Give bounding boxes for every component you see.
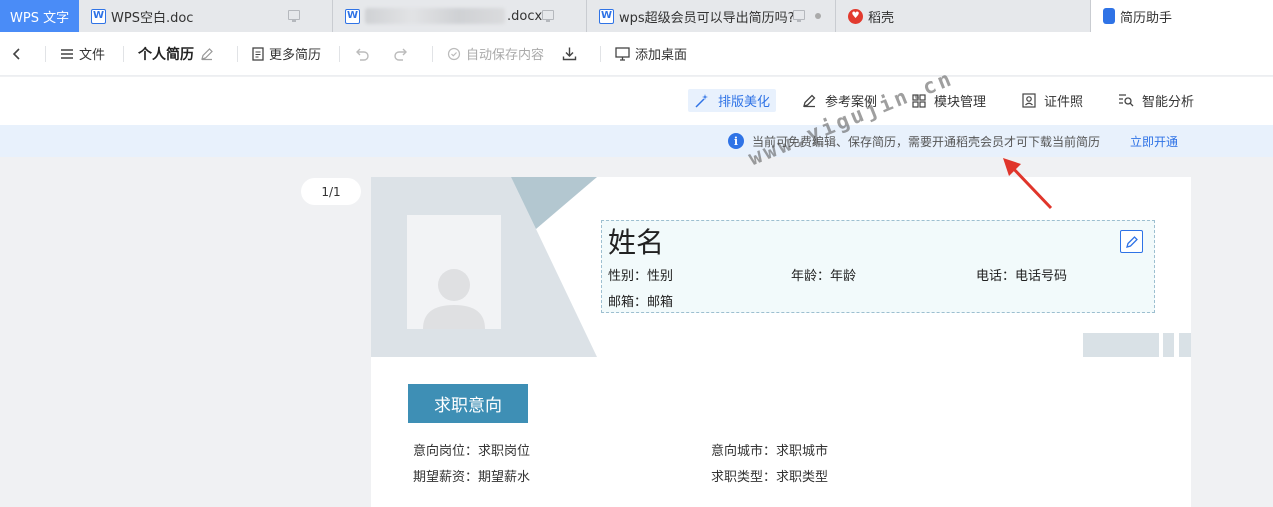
tab-label: 稻壳 bbox=[868, 10, 895, 26]
gender-field: 性别：性别 bbox=[608, 269, 674, 284]
tab-docx[interactable]: W .docx bbox=[333, 0, 587, 32]
download-icon bbox=[562, 47, 577, 61]
monitor-icon bbox=[615, 46, 630, 61]
profile-photo-placeholder[interactable] bbox=[407, 215, 501, 329]
app-tab[interactable]: WPS 文字 bbox=[0, 0, 79, 32]
red-arrow-annotation bbox=[1003, 158, 1053, 210]
chevron-left-icon bbox=[12, 47, 20, 60]
pen-icon bbox=[803, 94, 816, 108]
layout-beautify-button[interactable]: 排版美化 bbox=[688, 89, 777, 112]
resume-assistant-icon bbox=[1103, 8, 1115, 24]
smart-analysis-label: 智能分析 bbox=[1142, 95, 1195, 110]
tab-resume-assistant[interactable]: 简历助手 bbox=[1091, 0, 1273, 32]
tab-label: WPS空白.doc bbox=[111, 10, 194, 26]
tab-label: .docx bbox=[507, 8, 543, 24]
pencil-icon bbox=[1125, 235, 1138, 248]
download-button[interactable] bbox=[562, 46, 582, 61]
word-doc-icon: W bbox=[599, 8, 614, 24]
header-stripe bbox=[1163, 333, 1174, 357]
job-type-field: 求职类型：求职类型 bbox=[711, 470, 829, 485]
page-counter: 1/1 bbox=[301, 178, 361, 205]
unsaved-dot-icon bbox=[815, 13, 821, 19]
monitor-icon[interactable] bbox=[793, 10, 805, 22]
monitor-icon[interactable] bbox=[542, 10, 554, 22]
blurred-filename bbox=[365, 8, 505, 24]
email-field: 邮箱：邮箱 bbox=[608, 295, 674, 310]
more-resumes-button[interactable]: 更多简历 bbox=[252, 44, 321, 63]
portrait-icon bbox=[1022, 93, 1036, 108]
id-photo-label: 证件照 bbox=[1044, 95, 1084, 110]
document-title-text: 个人简历 bbox=[138, 46, 195, 63]
membership-notice-bar: i 当前可免费编辑、保存简历，需要开通稻壳会员才可下载当前简历 立即开通 bbox=[0, 125, 1273, 157]
job-intention-section-title[interactable]: 求职意向 bbox=[408, 384, 528, 423]
activate-now-link[interactable]: 立即开通 bbox=[1130, 133, 1178, 150]
divider bbox=[600, 45, 602, 62]
app-tab-label: WPS 文字 bbox=[10, 10, 70, 26]
word-doc-icon: W bbox=[345, 8, 360, 24]
info-icon: i bbox=[728, 133, 744, 149]
word-doc-icon: W bbox=[91, 8, 106, 24]
redo-icon bbox=[394, 48, 408, 61]
avatar-icon bbox=[423, 269, 485, 329]
pencil-icon[interactable] bbox=[200, 47, 214, 61]
age-field: 年龄：年龄 bbox=[791, 269, 857, 284]
divider bbox=[45, 45, 46, 62]
tab-wps-export-question[interactable]: W wps超级会员可以导出简历吗? bbox=[587, 0, 836, 32]
tab-docer[interactable]: ♥ 稻壳 bbox=[836, 0, 1091, 32]
tab-label: 简历助手 bbox=[1120, 10, 1173, 26]
add-desktop-label: 添加桌面 bbox=[635, 48, 688, 63]
tab-bar: WPS 文字 W WPS空白.doc W .docx W wps超级会员可以导出… bbox=[0, 0, 1273, 32]
job-position-field: 意向岗位：求职岗位 bbox=[413, 444, 531, 459]
divider bbox=[237, 45, 239, 62]
header-stripe bbox=[1083, 333, 1159, 357]
edit-info-button[interactable] bbox=[1120, 230, 1143, 253]
divider bbox=[123, 45, 125, 62]
basic-info-box[interactable]: 姓名 性别：性别 年龄：年龄 电话：电话号码 邮箱：邮箱 bbox=[601, 220, 1155, 313]
menu-icon bbox=[61, 48, 73, 59]
job-city-field: 意向城市：求职城市 bbox=[711, 444, 829, 459]
layout-beautify-label: 排版美化 bbox=[718, 95, 771, 110]
resume-name[interactable]: 姓名 bbox=[608, 221, 664, 261]
redo-button[interactable] bbox=[393, 47, 414, 61]
toolbar: 文件 个人简历 更多简历 自动保存内容 添加桌面 bbox=[0, 32, 1273, 76]
file-menu-button[interactable]: 文件 bbox=[60, 44, 105, 63]
document-title[interactable]: 个人简历 bbox=[138, 44, 219, 64]
smart-analysis-button[interactable]: 智能分析 bbox=[1118, 91, 1194, 110]
header-stripe bbox=[1179, 333, 1191, 357]
tab-label: wps超级会员可以导出简历吗? bbox=[619, 10, 795, 26]
file-menu-label: 文件 bbox=[79, 48, 106, 63]
analysis-search-icon bbox=[1119, 94, 1134, 107]
monitor-icon[interactable] bbox=[288, 10, 300, 22]
divider bbox=[339, 45, 341, 62]
add-desktop-button[interactable]: 添加桌面 bbox=[615, 44, 687, 63]
docer-logo-icon: ♥ bbox=[848, 8, 863, 24]
autosave-button[interactable]: 自动保存内容 bbox=[447, 44, 544, 63]
autosave-label: 自动保存内容 bbox=[466, 48, 545, 63]
check-circle-icon bbox=[447, 47, 461, 60]
magic-wand-icon bbox=[695, 93, 708, 108]
tab-wps-blank-doc[interactable]: W WPS空白.doc bbox=[79, 0, 333, 32]
more-resumes-label: 更多简历 bbox=[269, 48, 322, 63]
undo-button[interactable] bbox=[354, 47, 375, 61]
phone-field: 电话：电话号码 bbox=[976, 269, 1068, 284]
undo-icon bbox=[356, 48, 369, 61]
resume-tools-bar: 排版美化 参考案例 模块管理 证件照 智能分析 bbox=[0, 77, 1273, 125]
divider bbox=[432, 45, 434, 62]
back-button[interactable] bbox=[12, 47, 27, 61]
id-photo-button[interactable]: 证件照 bbox=[1022, 91, 1083, 110]
salary-field: 期望薪资：期望薪水 bbox=[413, 470, 531, 485]
resume-page: 姓名 性别：性别 年龄：年龄 电话：电话号码 邮箱：邮箱 求职意向 意向岗位：求… bbox=[371, 177, 1191, 507]
document-icon bbox=[252, 46, 264, 61]
